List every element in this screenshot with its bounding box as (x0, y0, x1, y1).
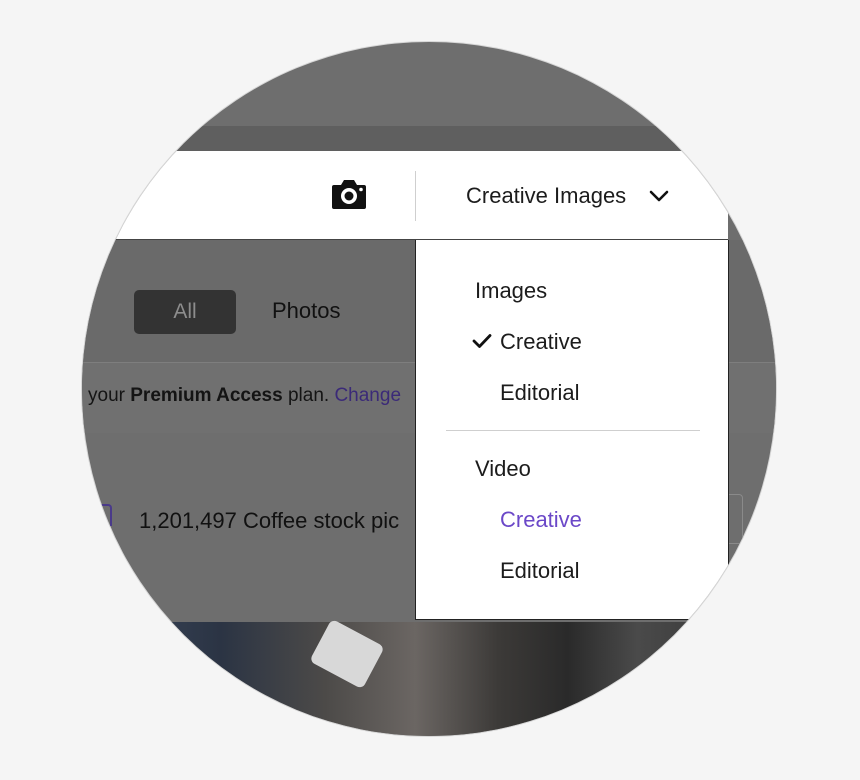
notice-prefix: your (88, 385, 131, 406)
chevron-down-icon (649, 190, 669, 201)
menu-divider (446, 430, 700, 431)
header-divider (415, 171, 416, 221)
asset-type-menu: Images Creative Editorial Video Creative… (415, 240, 729, 620)
menu-item-images-editorial[interactable]: Editorial (500, 380, 579, 406)
change-plan-link[interactable]: Change (334, 385, 401, 406)
results-icon (98, 504, 112, 526)
asset-type-label: Creative Images (466, 182, 627, 208)
results-count: 1,201,497 Coffee stock pic (139, 508, 400, 533)
magnified-view: Creative Images All Photos your Premium … (82, 42, 776, 736)
notice-middle: plan. (282, 385, 335, 406)
menu-item-images-creative[interactable]: Creative (500, 329, 582, 355)
camera-icon[interactable] (330, 177, 368, 211)
checkmark-icon (472, 334, 492, 348)
menu-item-video-creative[interactable]: Creative (500, 507, 582, 533)
asset-type-dropdown-toggle[interactable]: Creative Images (466, 151, 670, 240)
plan-notice-text: your Premium Access plan. Change (88, 385, 401, 407)
menu-heading-video: Video (475, 456, 531, 481)
menu-heading-images: Images (475, 278, 548, 303)
phone-in-photo (309, 618, 385, 690)
notice-plan-name: Premium Access (130, 385, 283, 406)
top-strip (82, 126, 776, 151)
menu-item-video-editorial[interactable]: Editorial (500, 558, 579, 584)
result-image-thumbnail[interactable] (82, 618, 776, 736)
filter-photos-tab[interactable]: Photos (272, 298, 341, 324)
filter-all-button[interactable]: All (134, 290, 236, 334)
search-header: Creative Images (82, 151, 728, 240)
